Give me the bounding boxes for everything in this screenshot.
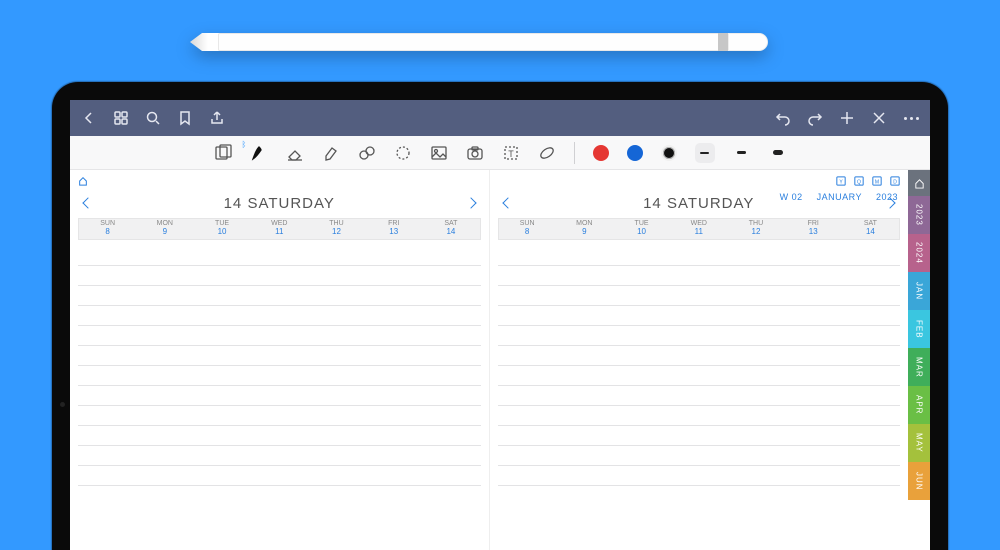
svg-text:D: D <box>893 180 897 186</box>
stylus <box>188 30 788 54</box>
day-header-left: 14 SATURDAY <box>78 192 481 214</box>
image-tool[interactable] <box>430 144 448 162</box>
more-button[interactable] <box>902 109 920 127</box>
stylus-cap <box>728 33 768 51</box>
stylus-band <box>718 33 728 51</box>
year-label[interactable]: 2023 <box>876 192 898 202</box>
editor-toolbar: ᛒ T <box>70 136 930 170</box>
week-strip-right: SUN8MON9TUE10WED11THU12FRI13SAT14 <box>498 218 901 240</box>
week-day-cell[interactable]: TUE10 <box>193 219 250 239</box>
planner-pages: 14 SATURDAY SUN8MON9TUE10WED11THU12FRI13… <box>70 170 908 550</box>
planner-page-right: Y Q M D 14 SATURDAY <box>489 170 909 550</box>
stroke-medium[interactable] <box>733 144 751 162</box>
week-number[interactable]: W 02 <box>780 192 803 202</box>
week-day-cell[interactable]: MON9 <box>556 219 613 239</box>
read-mode-tool[interactable] <box>214 144 232 162</box>
shapes-tool[interactable] <box>358 144 376 162</box>
color-black-selected[interactable] <box>661 145 677 161</box>
tab-apr[interactable]: APR <box>908 386 930 424</box>
week-day-cell[interactable]: MON9 <box>136 219 193 239</box>
back-button[interactable] <box>80 109 98 127</box>
tab-feb[interactable]: FEB <box>908 310 930 348</box>
week-day-cell[interactable]: SAT14 <box>422 219 479 239</box>
highlighter-tool[interactable] <box>322 144 340 162</box>
svg-text:Q: Q <box>857 180 861 186</box>
month-view-icon[interactable]: M <box>872 176 882 186</box>
week-day-cell[interactable]: WED11 <box>251 219 308 239</box>
week-day-cell[interactable]: THU12 <box>308 219 365 239</box>
app-navbar <box>70 100 930 136</box>
day-title-right: 14 SATURDAY <box>643 195 754 212</box>
prev-day-button[interactable] <box>82 197 93 208</box>
week-day-cell[interactable]: TUE10 <box>613 219 670 239</box>
lasso-tool[interactable] <box>394 144 412 162</box>
stroke-thin-selected[interactable] <box>695 143 715 163</box>
next-day-button[interactable] <box>465 197 476 208</box>
search-button[interactable] <box>144 109 162 127</box>
stylus-tip <box>190 33 220 51</box>
bluetooth-icon: ᛒ <box>242 140 247 149</box>
week-day-cell[interactable]: SUN8 <box>499 219 556 239</box>
week-day-cell[interactable]: THU12 <box>727 219 784 239</box>
day-title-left: 14 SATURDAY <box>224 195 335 212</box>
home-icon[interactable] <box>78 176 88 186</box>
tab-may[interactable]: MAY <box>908 424 930 462</box>
pen-tool[interactable]: ᛒ <box>250 144 268 162</box>
tab-jun[interactable]: JUN <box>908 462 930 500</box>
month-label[interactable]: JANUARY <box>817 192 862 202</box>
camera-tool[interactable] <box>466 144 484 162</box>
week-view-icon[interactable]: D <box>890 176 900 186</box>
svg-text:M: M <box>875 180 879 186</box>
color-red[interactable] <box>593 145 609 161</box>
text-tool[interactable]: T <box>502 144 520 162</box>
add-button[interactable] <box>838 109 856 127</box>
color-blue[interactable] <box>627 145 643 161</box>
tab-mar[interactable]: MAR <box>908 348 930 386</box>
tab-2023[interactable]: 2023 <box>908 196 930 234</box>
week-day-cell[interactable]: WED11 <box>670 219 727 239</box>
svg-text:Y: Y <box>839 180 843 186</box>
week-day-cell[interactable]: FRI13 <box>785 219 842 239</box>
svg-text:T: T <box>508 149 514 159</box>
planner-content: 14 SATURDAY SUN8MON9TUE10WED11THU12FRI13… <box>70 170 930 550</box>
week-day-cell[interactable]: SAT14 <box>842 219 899 239</box>
date-meta: W 02 JANUARY 2023 <box>780 192 898 202</box>
quarter-view-icon[interactable]: Q <box>854 176 864 186</box>
stylus-body <box>218 33 758 51</box>
note-lines-right[interactable] <box>498 246 901 486</box>
tab-home[interactable] <box>908 170 930 196</box>
prev-day-button[interactable] <box>502 197 513 208</box>
close-button[interactable] <box>870 109 888 127</box>
toolbar-divider <box>574 142 575 164</box>
side-tabs: 20232024JANFEBMARAPRMAYJUN <box>908 170 930 550</box>
week-strip-left: SUN8MON9TUE10WED11THU12FRI13SAT14 <box>78 218 481 240</box>
tab-jan[interactable]: JAN <box>908 272 930 310</box>
apps-button[interactable] <box>112 109 130 127</box>
share-button[interactable] <box>208 109 226 127</box>
stroke-thick[interactable] <box>769 144 787 162</box>
week-day-cell[interactable]: SUN8 <box>79 219 136 239</box>
tablet-frame: ᛒ T <box>52 82 948 550</box>
eraser-tool[interactable] <box>286 144 304 162</box>
undo-button[interactable] <box>774 109 792 127</box>
screen: ᛒ T <box>70 100 930 550</box>
tab-2024[interactable]: 2024 <box>908 234 930 272</box>
week-day-cell[interactable]: FRI13 <box>365 219 422 239</box>
camera-dot <box>60 402 65 407</box>
note-lines-left[interactable] <box>78 246 481 486</box>
planner-page-left: 14 SATURDAY SUN8MON9TUE10WED11THU12FRI13… <box>70 170 489 550</box>
redo-button[interactable] <box>806 109 824 127</box>
year-view-icon[interactable]: Y <box>836 176 846 186</box>
bookmark-button[interactable] <box>176 109 194 127</box>
link-tool[interactable] <box>538 144 556 162</box>
